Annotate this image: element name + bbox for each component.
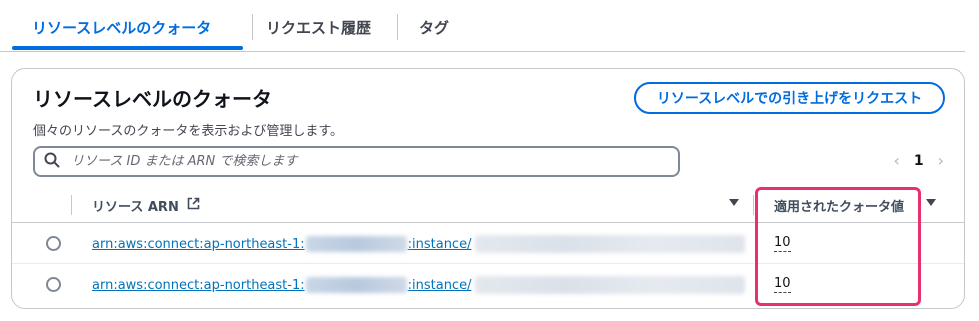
row-radio-button[interactable] — [46, 236, 61, 251]
tab-bar: リソースレベルのクォータ リクエスト履歴 タグ — [0, 0, 965, 52]
redacted-instance-id — [475, 235, 746, 253]
arn-prefix: arn:aws:connect:ap-northeast-1: — [92, 236, 305, 252]
next-page-button[interactable]: › — [938, 151, 944, 170]
search-field[interactable] — [33, 146, 680, 177]
arn-prefix: arn:aws:connect:ap-northeast-1: — [92, 277, 305, 293]
table-row[interactable]: arn:aws:connect:ap-northeast-1: :instanc… — [12, 224, 964, 264]
sort-caret-icon[interactable] — [729, 199, 739, 206]
resource-arn-link[interactable]: arn:aws:connect:ap-northeast-1: :instanc… — [92, 276, 746, 294]
applied-quota-value[interactable]: 10 — [774, 276, 791, 293]
tab-divider — [397, 14, 398, 40]
active-tab-indicator — [12, 46, 243, 50]
search-input[interactable] — [71, 154, 651, 169]
sort-caret-icon[interactable] — [926, 199, 936, 206]
column-header-resource-arn[interactable]: リソース ARN — [92, 196, 200, 215]
applied-quota-value[interactable]: 10 — [774, 235, 791, 252]
column-divider — [71, 195, 72, 215]
page-title: リソースレベルのクォータ — [33, 87, 272, 111]
column-header-applied-quota[interactable]: 適用されたクォータ値 — [774, 196, 904, 215]
redacted-account-id — [305, 236, 407, 252]
page-description: 個々のリソースのクォータを表示および管理します。 — [33, 124, 344, 139]
tab-divider — [252, 14, 253, 40]
resource-quotas-container: リソースレベルのクォータ 個々のリソースのクォータを表示および管理します。 リソ… — [11, 68, 965, 309]
search-icon — [44, 152, 60, 172]
tab-resource-level-quotas[interactable]: リソースレベルのクォータ — [32, 0, 211, 52]
arn-resource-type: :instance/ — [407, 277, 472, 293]
column-divider — [753, 195, 754, 215]
redacted-instance-id — [475, 276, 746, 294]
column-label: リソース ARN — [92, 200, 179, 215]
arn-resource-type: :instance/ — [407, 236, 472, 252]
current-page-number[interactable]: 1 — [914, 153, 924, 169]
table-row[interactable]: arn:aws:connect:ap-northeast-1: :instanc… — [12, 265, 964, 305]
pagination: ‹ 1 › — [893, 151, 944, 170]
tab-request-history[interactable]: リクエスト履歴 — [266, 0, 371, 52]
tab-tags[interactable]: タグ — [419, 0, 449, 52]
table-header: リソース ARN 適用されたクォータ値 — [12, 189, 964, 223]
row-radio-button[interactable] — [46, 277, 61, 292]
request-increase-button[interactable]: リソースレベルでの引き上げをリクエスト — [634, 82, 945, 114]
resource-arn-link[interactable]: arn:aws:connect:ap-northeast-1: :instanc… — [92, 235, 746, 253]
external-link-icon — [187, 197, 200, 214]
redacted-account-id — [305, 277, 407, 293]
prev-page-button[interactable]: ‹ — [893, 151, 899, 170]
